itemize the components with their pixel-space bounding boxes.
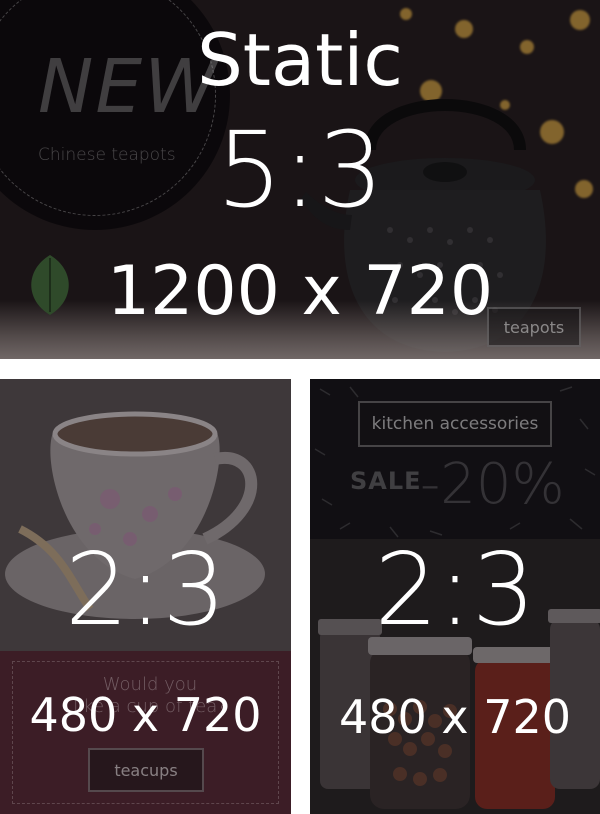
size-label: 480 x 720 (29, 688, 262, 742)
sale-percent: -20% (420, 452, 565, 517)
kitchen-accessories-button[interactable]: kitchen accessories (358, 401, 552, 447)
banner-2-3-teacups: Would you like a cup of tea? teacups 2:3… (0, 379, 291, 814)
teacups-button[interactable]: teacups (88, 748, 204, 792)
ratio-label: 2:3 (374, 531, 536, 648)
ratio-label: 5:3 (216, 109, 384, 231)
size-label: 480 x 720 (338, 690, 572, 744)
sale-label: SALE (350, 467, 422, 495)
size-label: 1200 x 720 (106, 252, 494, 331)
banner-5-3: NEW Chinese teapots teapots Static 5:3 1… (0, 0, 600, 359)
ratio-label: 2:3 (65, 531, 226, 648)
banner-2-3-kitchen: kitchen accessories SALE -20% 2:3 480 x … (310, 379, 600, 814)
static-heading: Static (197, 18, 403, 102)
